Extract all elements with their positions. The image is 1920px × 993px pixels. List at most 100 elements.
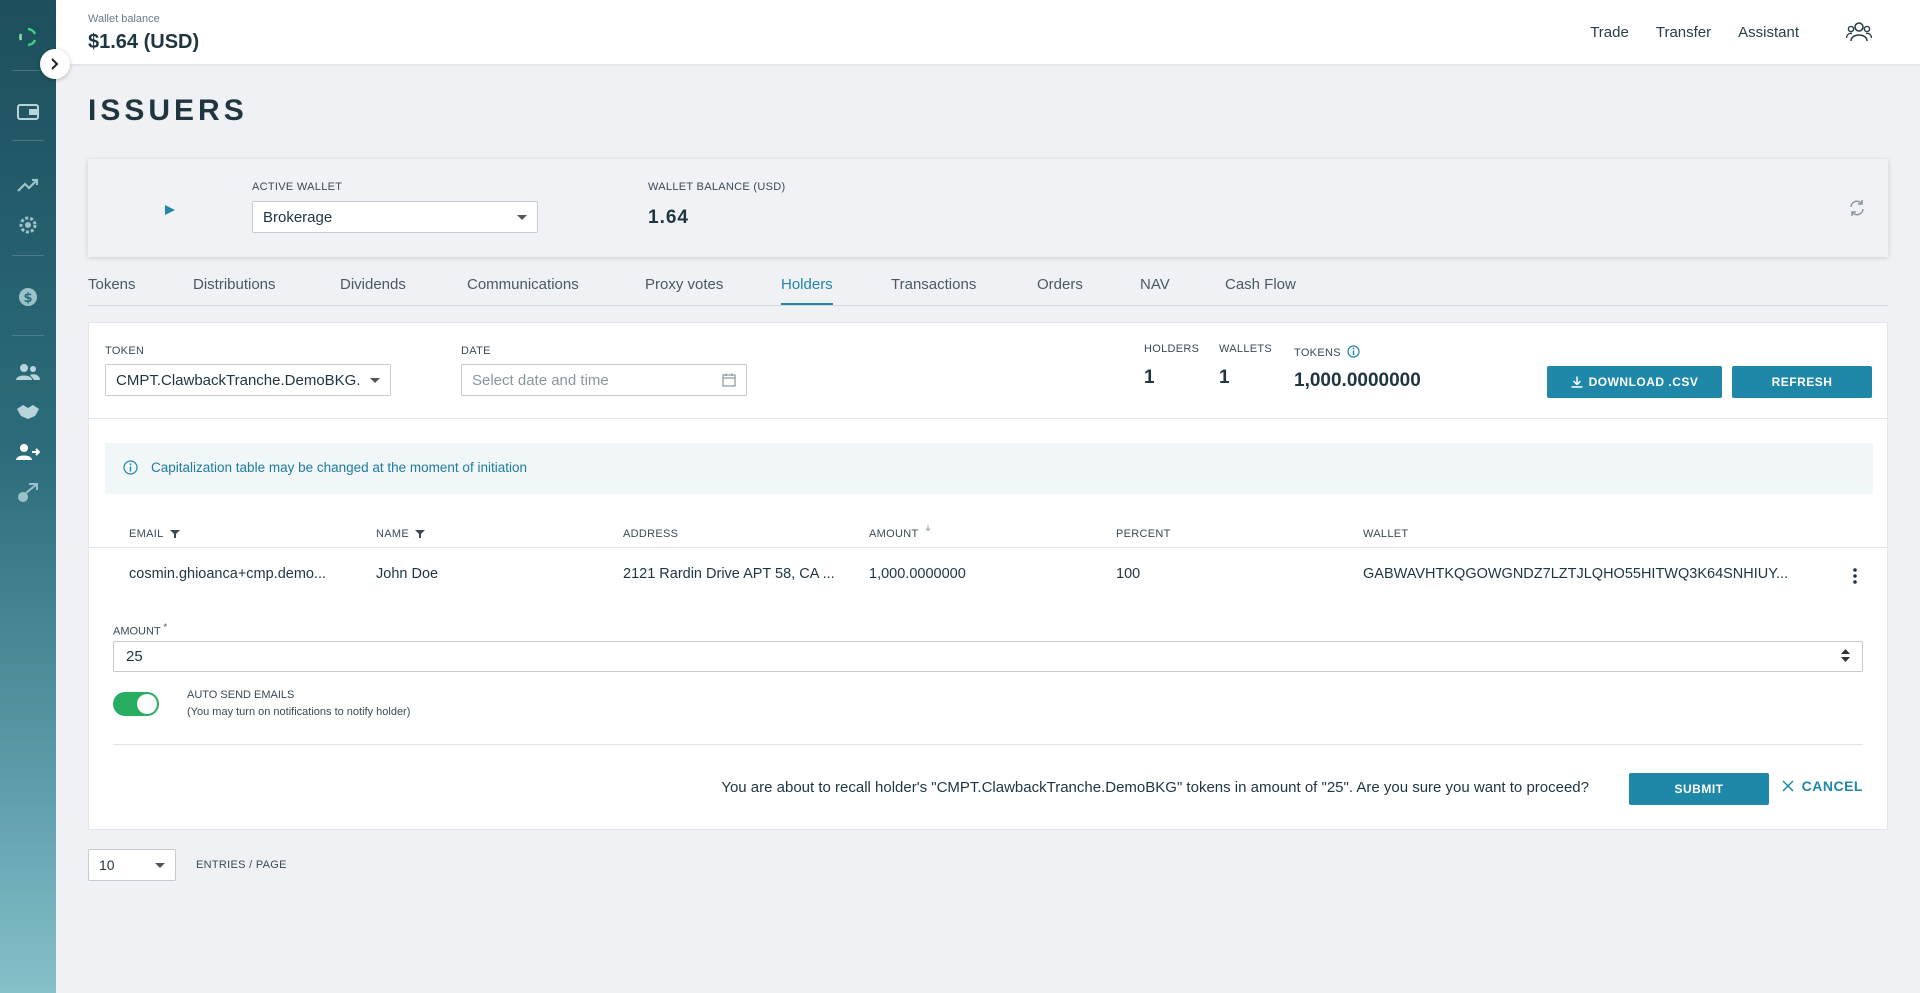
tab-orders[interactable]: Orders [1037, 276, 1083, 303]
filter-icon[interactable] [414, 529, 425, 539]
nav-assistant[interactable]: Assistant [1738, 24, 1826, 41]
row-menu-icon[interactable] [1853, 568, 1857, 589]
cell-percent: 100 [1116, 566, 1141, 582]
wallet-card: ACTIVE WALLET Brokerage WALLET BALANCE (… [88, 159, 1888, 257]
sidebar-expand-button[interactable] [40, 49, 70, 79]
tokens-label: TOKENS [1294, 347, 1341, 359]
info-message: Capitalization table may be changed at t… [151, 460, 527, 475]
filter-icon[interactable] [169, 529, 180, 539]
play-icon[interactable] [164, 203, 176, 221]
entries-per-page-label: ENTRIES / PAGE [196, 859, 287, 871]
tab-nav[interactable]: NAV [1140, 276, 1170, 303]
sort-icon[interactable] [924, 524, 932, 534]
auto-send-emails-toggle[interactable] [113, 692, 159, 716]
tab-holders[interactable]: Holders [781, 276, 833, 305]
required-mark: * [163, 622, 168, 632]
app-logo-icon[interactable] [18, 27, 38, 47]
users-icon[interactable] [16, 360, 40, 384]
active-wallet-select[interactable]: Brokerage [252, 201, 538, 233]
holders-value: 1 [1144, 367, 1155, 388]
tab-proxy-votes[interactable]: Proxy votes [645, 276, 723, 303]
wallet-balance-label: Wallet balance [88, 13, 160, 25]
holders-label: HOLDERS [1144, 343, 1200, 355]
column-header-name[interactable]: NAME [376, 528, 425, 540]
wallet-balance-value: $1.64 (USD) [88, 31, 200, 53]
gear-dollar-icon[interactable] [16, 213, 40, 237]
tab-transactions[interactable]: Transactions [891, 276, 976, 303]
column-amount-label: AMOUNT [869, 528, 919, 540]
sidebar: $ [0, 0, 56, 993]
column-percent-label: PERCENT [1116, 528, 1171, 540]
download-csv-button[interactable]: DOWNLOAD .CSV [1547, 366, 1722, 398]
cell-amount: 1,000.0000000 [869, 566, 966, 582]
chart-trend-icon[interactable] [16, 173, 40, 197]
column-name-label: NAME [376, 528, 409, 540]
tab-dividends[interactable]: Dividends [340, 276, 406, 303]
sidebar-divider [12, 335, 44, 336]
date-label: DATE [461, 345, 491, 357]
wallets-label: WALLETS [1219, 343, 1273, 355]
nav-trade[interactable]: Trade [1590, 24, 1656, 41]
column-wallet-label: WALLET [1363, 528, 1409, 540]
cell-wallet: GABWAVHTKQGOWGNDZ7LZTJLQHO55HITWQ3K64SNH… [1363, 566, 1789, 582]
info-circle-icon [123, 460, 138, 480]
toggle-knob [137, 694, 157, 714]
tab-cash-flow[interactable]: Cash Flow [1225, 276, 1296, 303]
date-placeholder: Select date and time [472, 371, 609, 389]
sidebar-divider [12, 255, 44, 256]
table-header-divider [89, 547, 1887, 548]
chevron-down-icon [370, 378, 380, 383]
token-value: CMPT.ClawbackTranche.DemoBKG. [116, 371, 361, 389]
exchange-icon[interactable] [16, 480, 40, 504]
tab-tokens[interactable]: Tokens [88, 276, 136, 303]
column-address-label: ADDRESS [623, 528, 679, 540]
chevron-down-icon [517, 215, 527, 220]
filter-row: TOKEN CMPT.ClawbackTranche.DemoBKG. DATE… [89, 323, 1887, 419]
cell-address: 2121 Rardin Drive APT 58, CA ... [623, 566, 835, 582]
people-icon[interactable] [1845, 19, 1873, 45]
nav-transfer[interactable]: Transfer [1656, 24, 1738, 41]
active-wallet-label: ACTIVE WALLET [252, 181, 343, 193]
amount-label: AMOUNT * [113, 622, 167, 638]
cell-name: John Doe [376, 566, 439, 582]
refresh-label: REFRESH [1771, 375, 1833, 389]
wallets-value: 1 [1219, 367, 1230, 388]
sidebar-divider [12, 70, 44, 71]
wallet-icon[interactable] [16, 100, 40, 124]
amount-label-text: AMOUNT [113, 625, 161, 638]
submit-button[interactable]: SUBMIT [1629, 773, 1769, 805]
wallet-balance-usd-label: WALLET BALANCE (USD) [648, 181, 786, 193]
token-select[interactable]: CMPT.ClawbackTranche.DemoBKG. [105, 364, 391, 396]
dollar-icon[interactable]: $ [16, 285, 40, 309]
user-transfer-icon[interactable] [16, 440, 40, 464]
cancel-button[interactable]: CANCEL [1782, 778, 1863, 794]
entries-per-page-select[interactable]: 10 [88, 849, 176, 881]
download-icon [1571, 376, 1583, 388]
form-divider [113, 744, 1863, 745]
top-nav: Trade Transfer Assistant [1590, 0, 1920, 64]
tokens-value: 1,000.0000000 [1294, 370, 1421, 391]
amount-input[interactable]: 25 [113, 641, 1863, 672]
page-title: ISSUERS [88, 94, 248, 127]
date-picker-input[interactable]: Select date and time [461, 364, 747, 396]
submit-label: SUBMIT [1674, 782, 1724, 796]
refresh-button[interactable]: REFRESH [1732, 366, 1872, 398]
column-header-wallet: WALLET [1363, 528, 1408, 540]
cell-email: cosmin.ghioanca+cmp.demo... [129, 566, 327, 582]
tab-distributions[interactable]: Distributions [193, 276, 276, 303]
column-header-amount[interactable]: AMOUNT [869, 525, 932, 540]
refresh-icon[interactable] [1848, 199, 1866, 222]
handshake-icon[interactable] [16, 400, 40, 424]
number-stepper-icon[interactable] [1841, 649, 1850, 662]
token-label: TOKEN [105, 345, 145, 357]
info-icon[interactable] [1347, 345, 1360, 361]
calendar-icon[interactable] [722, 373, 736, 391]
tab-communications[interactable]: Communications [467, 276, 579, 303]
cancel-label: CANCEL [1801, 778, 1863, 794]
download-csv-label: DOWNLOAD .CSV [1588, 375, 1699, 389]
chevron-down-icon [155, 863, 165, 868]
auto-send-emails-label: AUTO SEND EMAILS [187, 689, 295, 701]
column-header-percent: PERCENT [1116, 528, 1171, 540]
column-email-label: EMAIL [129, 528, 164, 540]
column-header-email[interactable]: EMAIL [129, 528, 180, 540]
